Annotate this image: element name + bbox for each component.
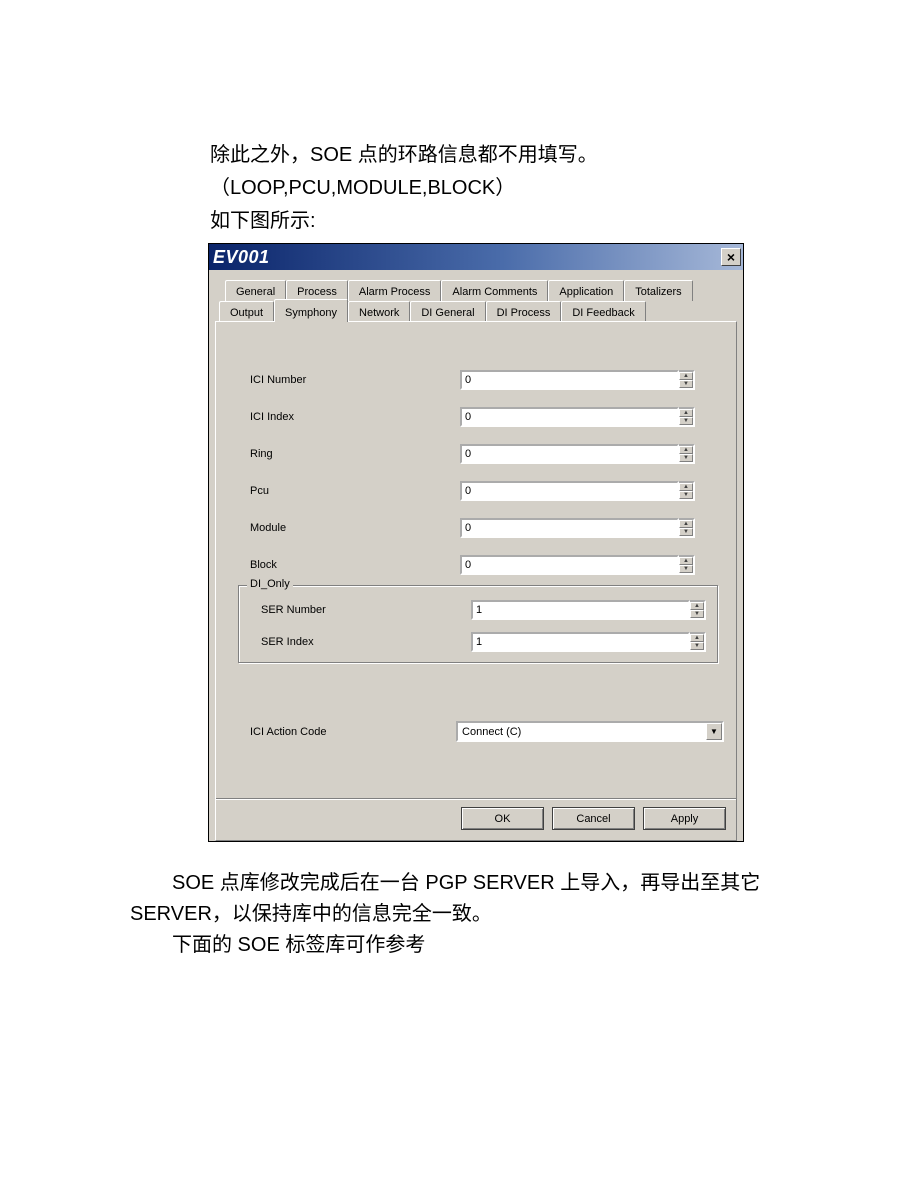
spin-down-block[interactable]: ▼ xyxy=(679,565,693,573)
window-title: EV001 xyxy=(213,247,270,268)
chevron-down-icon: ▼ xyxy=(683,381,689,387)
spin-up-ring[interactable]: ▲ xyxy=(679,446,693,454)
label-pcu: Pcu xyxy=(250,485,460,497)
tab-output[interactable]: Output xyxy=(219,301,274,322)
tab-application[interactable]: Application xyxy=(548,280,624,301)
ok-button[interactable]: OK xyxy=(461,807,544,830)
outro-text: SOE 点库修改完成后在一台 PGP SERVER 上导入，再导出至其它 SER… xyxy=(130,868,790,961)
tab-network[interactable]: Network xyxy=(348,301,410,322)
tab-di-feedback[interactable]: DI Feedback xyxy=(561,301,645,322)
intro-line3: 如下图所示: xyxy=(210,206,790,237)
spin-down-ring[interactable]: ▼ xyxy=(679,454,693,462)
row-pcu: Pcu ▲ ▼ xyxy=(228,481,724,501)
label-module: Module xyxy=(250,522,460,534)
spin-down-ser-number[interactable]: ▼ xyxy=(690,610,704,618)
row-ser-index: SER Index ▲ ▼ xyxy=(251,632,715,652)
input-ici-index[interactable] xyxy=(460,407,679,427)
label-ici-action-code: ICI Action Code xyxy=(250,726,456,738)
chevron-down-icon: ▼ xyxy=(694,643,700,649)
label-block: Block xyxy=(250,559,460,571)
chevron-up-icon: ▲ xyxy=(683,373,689,379)
label-ici-index: ICI Index xyxy=(250,411,460,423)
chevron-down-icon: ▼ xyxy=(683,492,689,498)
input-module[interactable] xyxy=(460,518,679,538)
input-ser-index[interactable] xyxy=(471,632,690,652)
tab-alarm-process[interactable]: Alarm Process xyxy=(348,280,442,301)
label-ser-index: SER Index xyxy=(261,636,471,648)
tab-di-process[interactable]: DI Process xyxy=(486,301,562,322)
tab-panel-symphony: ICI Number ▲ ▼ ICI Index ▲ xyxy=(215,321,737,841)
outro-line2: SERVER，以保持库中的信息完全一致。 xyxy=(130,899,790,930)
spin-up-block[interactable]: ▲ xyxy=(679,557,693,565)
spin-up-module[interactable]: ▲ xyxy=(679,520,693,528)
intro-line1: 除此之外，SOE 点的环路信息都不用填写。 xyxy=(210,140,790,171)
tab-totalizers[interactable]: Totalizers xyxy=(624,280,692,301)
row-ring: Ring ▲ ▼ xyxy=(228,444,724,464)
row-ici-number: ICI Number ▲ ▼ xyxy=(228,370,724,390)
select-ici-action-code[interactable]: Connect (C) ▼ xyxy=(456,721,724,742)
dropdown-button[interactable]: ▼ xyxy=(706,723,722,740)
chevron-down-icon: ▼ xyxy=(683,418,689,424)
input-ring[interactable] xyxy=(460,444,679,464)
groupbox-di-only: DI_Only SER Number ▲ ▼ SER Index xyxy=(238,585,718,663)
outro-line1: SOE 点库修改完成后在一台 PGP SERVER 上导入，再导出至其它 xyxy=(130,868,790,899)
tab-row-2: Output Symphony Network DI General DI Pr… xyxy=(215,301,737,322)
spin-up-pcu[interactable]: ▲ xyxy=(679,483,693,491)
spin-down-ici-index[interactable]: ▼ xyxy=(679,417,693,425)
spin-up-ici-number[interactable]: ▲ xyxy=(679,372,693,380)
input-ser-number[interactable] xyxy=(471,600,690,620)
chevron-down-icon: ▼ xyxy=(683,455,689,461)
chevron-up-icon: ▲ xyxy=(683,521,689,527)
dialog-button-bar: OK Cancel Apply xyxy=(216,798,736,840)
spin-down-ser-index[interactable]: ▼ xyxy=(690,642,704,650)
titlebar: EV001 × xyxy=(209,244,743,270)
close-button[interactable]: × xyxy=(721,248,741,266)
tab-alarm-comments[interactable]: Alarm Comments xyxy=(441,280,548,301)
input-block[interactable] xyxy=(460,555,679,575)
row-ici-action-code: ICI Action Code Connect (C) ▼ xyxy=(228,721,724,742)
spin-up-ser-number[interactable]: ▲ xyxy=(690,602,704,610)
spin-down-pcu[interactable]: ▼ xyxy=(679,491,693,499)
row-block: Block ▲ ▼ xyxy=(228,555,724,575)
chevron-up-icon: ▲ xyxy=(694,603,700,609)
close-icon: × xyxy=(727,250,735,264)
tab-process[interactable]: Process xyxy=(286,280,348,301)
chevron-down-icon: ▼ xyxy=(683,566,689,572)
chevron-up-icon: ▲ xyxy=(683,447,689,453)
cancel-button[interactable]: Cancel xyxy=(552,807,635,830)
select-value: Connect (C) xyxy=(458,726,706,738)
tabs-container: General Process Alarm Process Alarm Comm… xyxy=(209,270,743,841)
tab-general[interactable]: General xyxy=(225,280,286,301)
row-module: Module ▲ ▼ xyxy=(228,518,724,538)
chevron-down-icon: ▼ xyxy=(694,611,700,617)
intro-text: 除此之外，SOE 点的环路信息都不用填写。 （LOOP,PCU,MODULE,B… xyxy=(210,140,790,237)
row-ser-number: SER Number ▲ ▼ xyxy=(251,600,715,620)
row-ici-index: ICI Index ▲ ▼ xyxy=(228,407,724,427)
tab-symphony[interactable]: Symphony xyxy=(274,299,348,322)
dialog-window: EV001 × General Process Alarm Process Al… xyxy=(208,243,744,842)
spin-up-ici-index[interactable]: ▲ xyxy=(679,409,693,417)
chevron-up-icon: ▲ xyxy=(683,484,689,490)
spin-down-ici-number[interactable]: ▼ xyxy=(679,380,693,388)
tab-di-general[interactable]: DI General xyxy=(410,301,485,322)
spin-down-module[interactable]: ▼ xyxy=(679,528,693,536)
spin-up-ser-index[interactable]: ▲ xyxy=(690,634,704,642)
label-ser-number: SER Number xyxy=(261,604,471,616)
tab-row-1: General Process Alarm Process Alarm Comm… xyxy=(215,280,737,301)
chevron-up-icon: ▲ xyxy=(683,410,689,416)
chevron-down-icon: ▼ xyxy=(710,727,718,736)
label-ici-number: ICI Number xyxy=(250,374,460,386)
chevron-up-icon: ▲ xyxy=(694,635,700,641)
input-ici-number[interactable] xyxy=(460,370,679,390)
groupbox-title: DI_Only xyxy=(247,578,293,590)
intro-line2: （LOOP,PCU,MODULE,BLOCK） xyxy=(210,173,790,204)
chevron-down-icon: ▼ xyxy=(683,529,689,535)
label-ring: Ring xyxy=(250,448,460,460)
outro-line3: 下面的 SOE 标签库可作参考 xyxy=(130,930,790,961)
chevron-up-icon: ▲ xyxy=(683,558,689,564)
apply-button[interactable]: Apply xyxy=(643,807,726,830)
input-pcu[interactable] xyxy=(460,481,679,501)
